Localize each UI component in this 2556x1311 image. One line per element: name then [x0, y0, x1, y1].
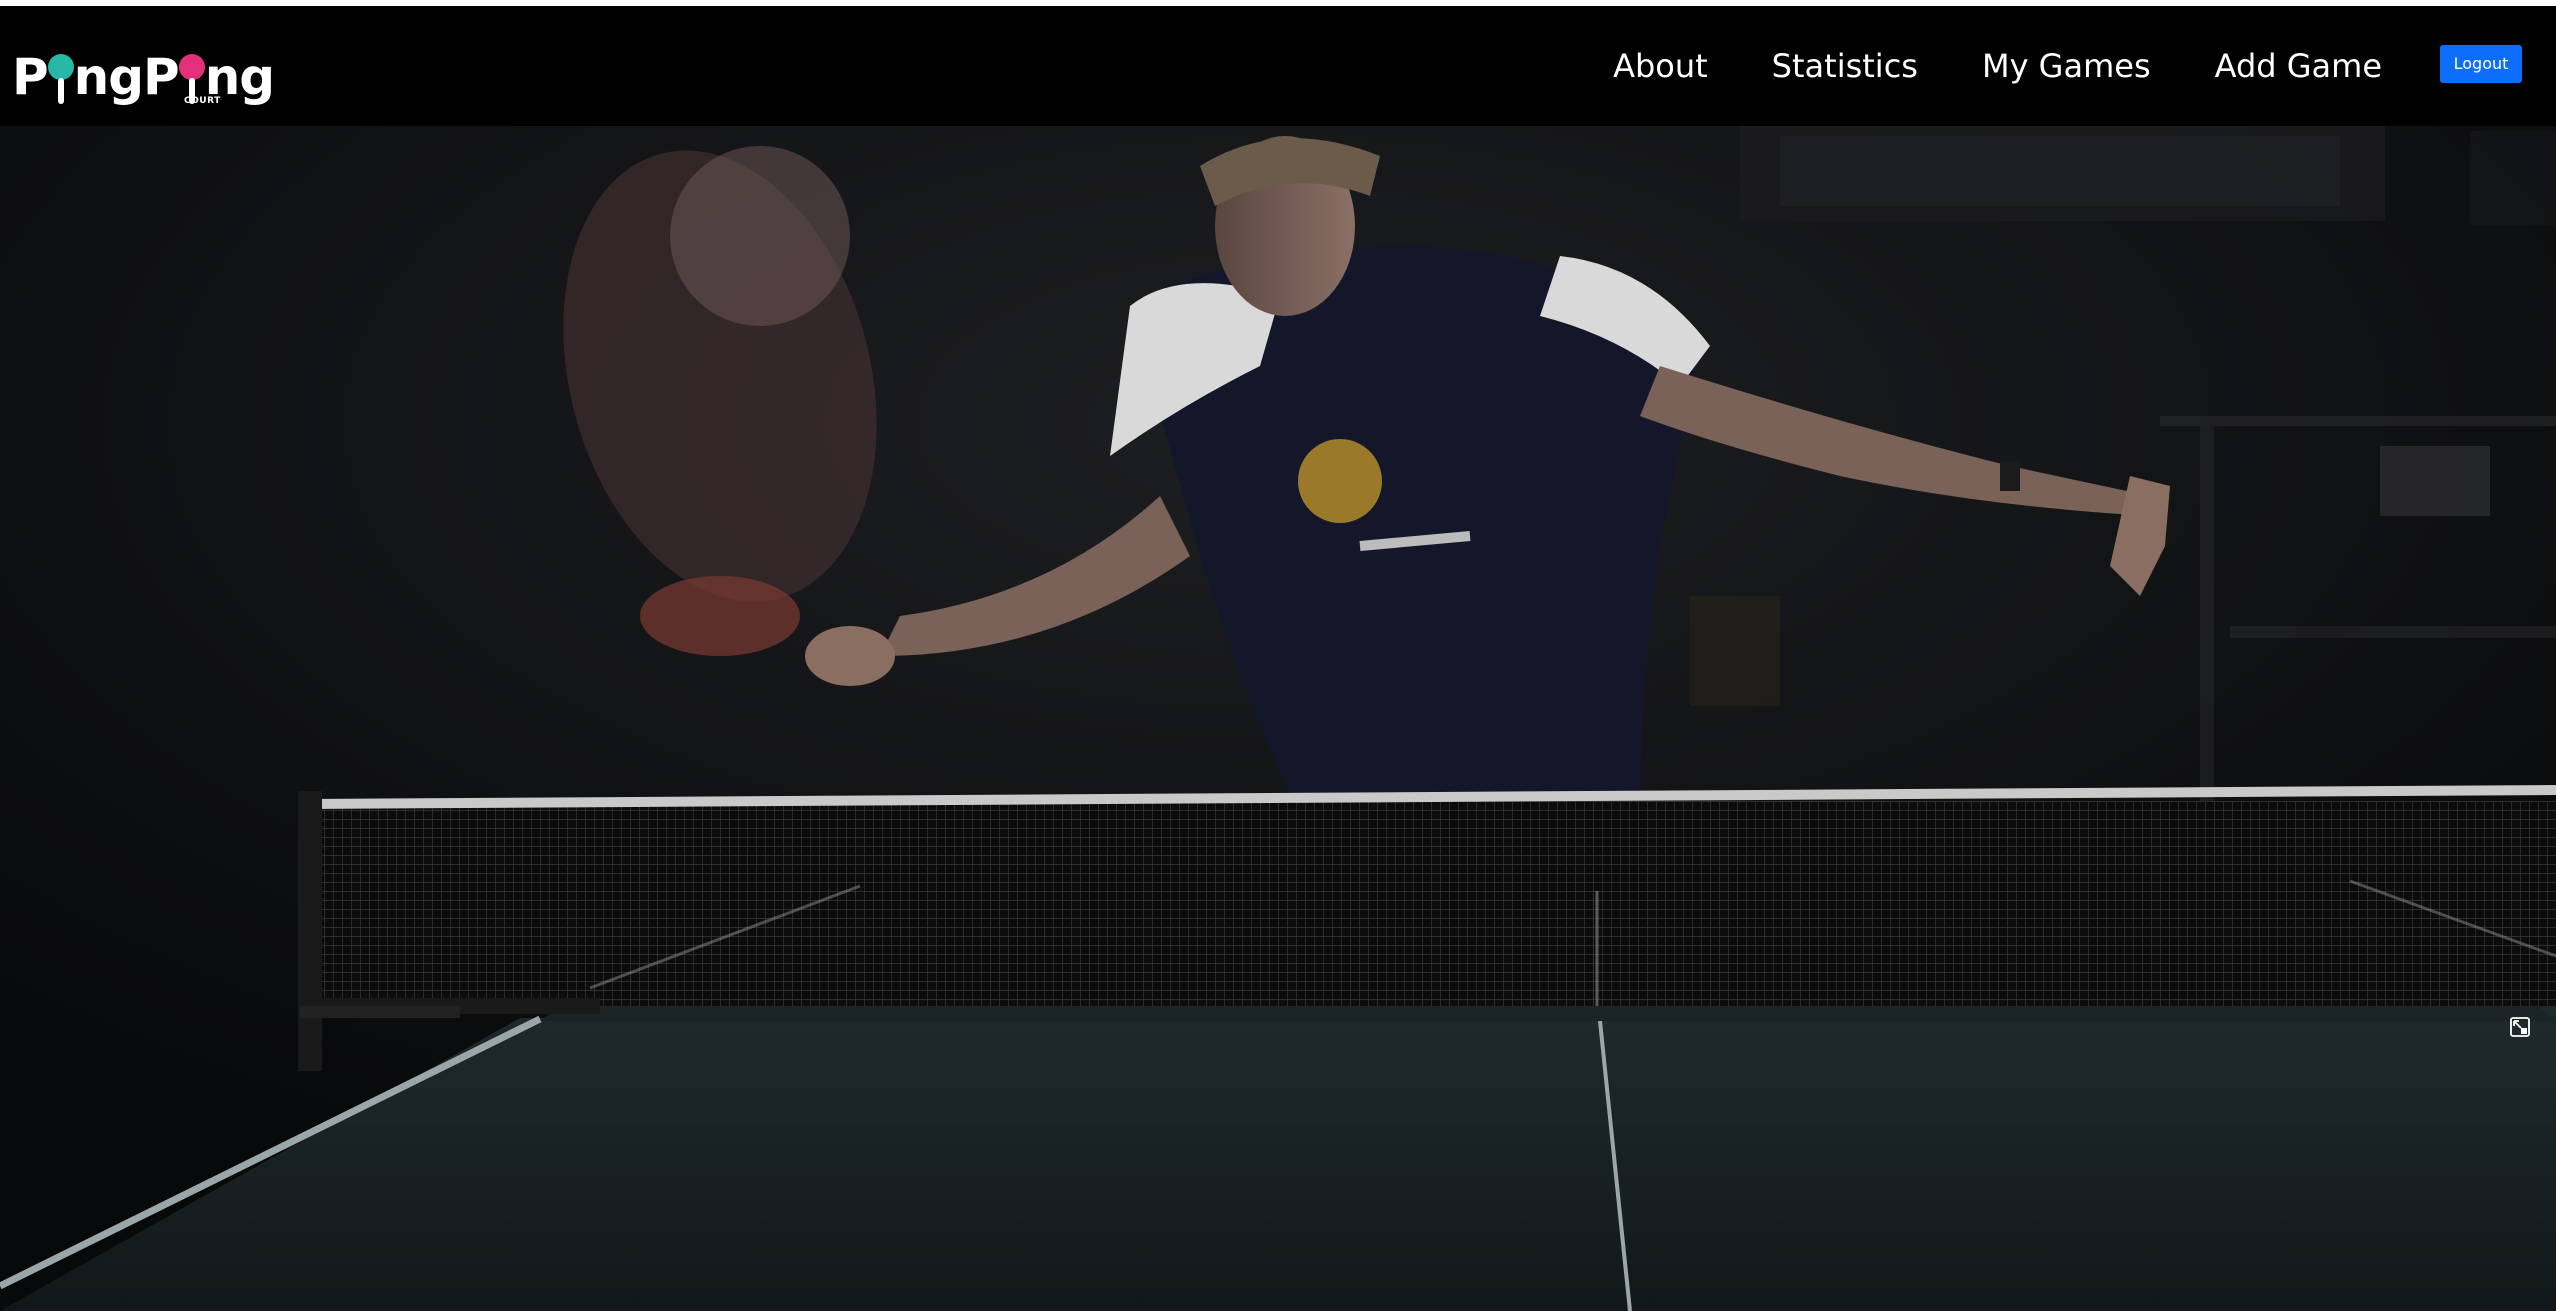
- navbar: PngP ng COURT About Statistics My Games A…: [0, 6, 2556, 126]
- nav-my-games[interactable]: My Games: [1982, 46, 2151, 86]
- nav-statistics[interactable]: Statistics: [1772, 46, 1918, 86]
- logout-button[interactable]: Logout: [2440, 45, 2522, 83]
- nav-about[interactable]: About: [1613, 46, 1708, 86]
- ball-icon: [47, 54, 74, 104]
- hero-illustration: [0, 126, 2556, 1311]
- main-nav: About Statistics My Games Add Game: [1581, 6, 2414, 126]
- expand-icon[interactable]: [2509, 1016, 2531, 1038]
- nav-add-game[interactable]: Add Game: [2215, 46, 2382, 86]
- logo-text: PngP ng: [12, 48, 275, 106]
- hero-image: [0, 126, 2556, 1311]
- logo[interactable]: PngP ng COURT: [12, 36, 275, 106]
- logo-subtext: COURT: [184, 96, 221, 106]
- ball-icon: [178, 54, 205, 104]
